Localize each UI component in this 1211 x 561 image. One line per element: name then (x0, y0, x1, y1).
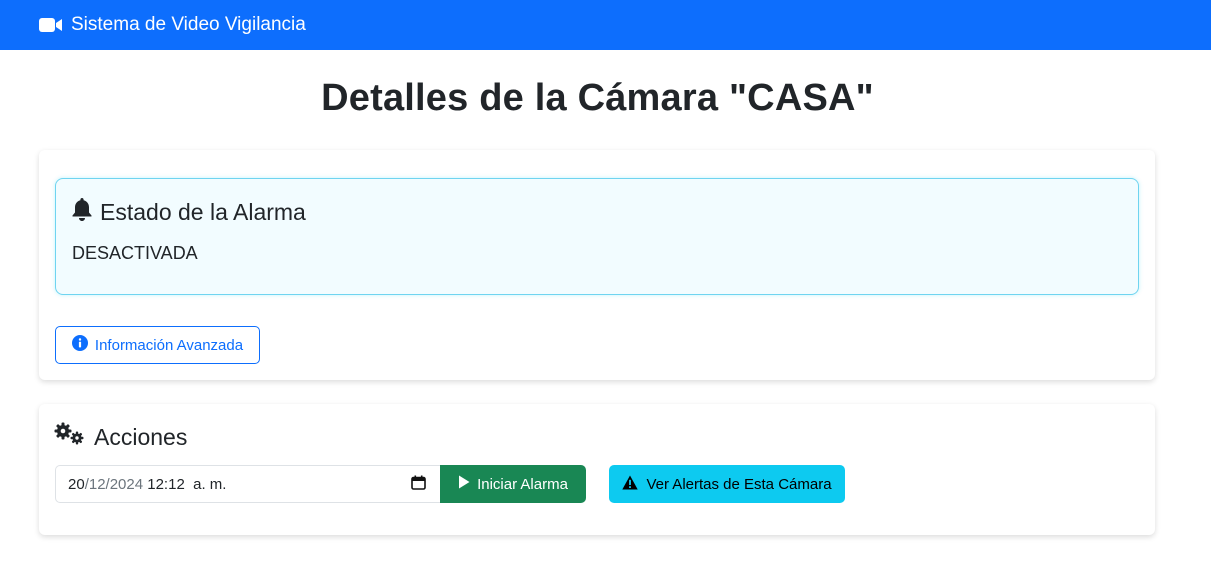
alarm-heading-label: Estado de la Alarma (100, 198, 306, 225)
alarm-status-alert: Estado de la Alarma DESACTIVADA (55, 178, 1139, 295)
calendar-icon[interactable] (411, 475, 426, 494)
actions-card: Acciones 20/12/2024 12:12 a. m. Iniciar … (39, 404, 1155, 535)
video-camera-icon (39, 17, 63, 33)
advanced-info-button[interactable]: Información Avanzada (55, 326, 260, 364)
warning-triangle-icon (622, 475, 639, 494)
alarm-heading: Estado de la Alarma (71, 197, 306, 227)
view-alerts-label: Ver Alertas de Esta Cámara (646, 475, 832, 493)
navbar: Sistema de Video Vigilancia (0, 0, 1211, 50)
brand-label: Sistema de Video Vigilancia (71, 14, 306, 35)
gears-icon (54, 422, 86, 452)
navbar-brand[interactable]: Sistema de Video Vigilancia (39, 14, 306, 36)
datetime-month-year: /12/2024 (84, 475, 144, 493)
alarm-datetime-input[interactable]: 20/12/2024 12:12 a. m. (55, 465, 440, 503)
advanced-info-label: Información Avanzada (94, 336, 244, 354)
alarm-datetime-group: 20/12/2024 12:12 a. m. Iniciar Alarma (55, 465, 586, 503)
alarm-status-value: DESACTIVADA (72, 243, 198, 263)
view-alerts-button[interactable]: Ver Alertas de Esta Cámara (609, 465, 845, 503)
page-title: Detalles de la Cámara "CASA" (321, 77, 874, 119)
datetime-time: 12:12 a. m. (143, 475, 227, 493)
bell-icon (71, 197, 93, 227)
start-alarm-button[interactable]: Iniciar Alarma (440, 465, 586, 503)
datetime-day: 20 (68, 475, 85, 493)
datetime-value: 20/12/2024 12:12 a. m. (68, 476, 411, 493)
start-alarm-label: Iniciar Alarma (477, 475, 568, 493)
actions-heading: Acciones (54, 422, 187, 452)
camera-status-card: Estado de la Alarma DESACTIVADA Informac… (39, 150, 1155, 380)
play-icon (458, 475, 470, 493)
info-circle-icon (71, 335, 88, 355)
actions-heading-label: Acciones (94, 423, 188, 450)
